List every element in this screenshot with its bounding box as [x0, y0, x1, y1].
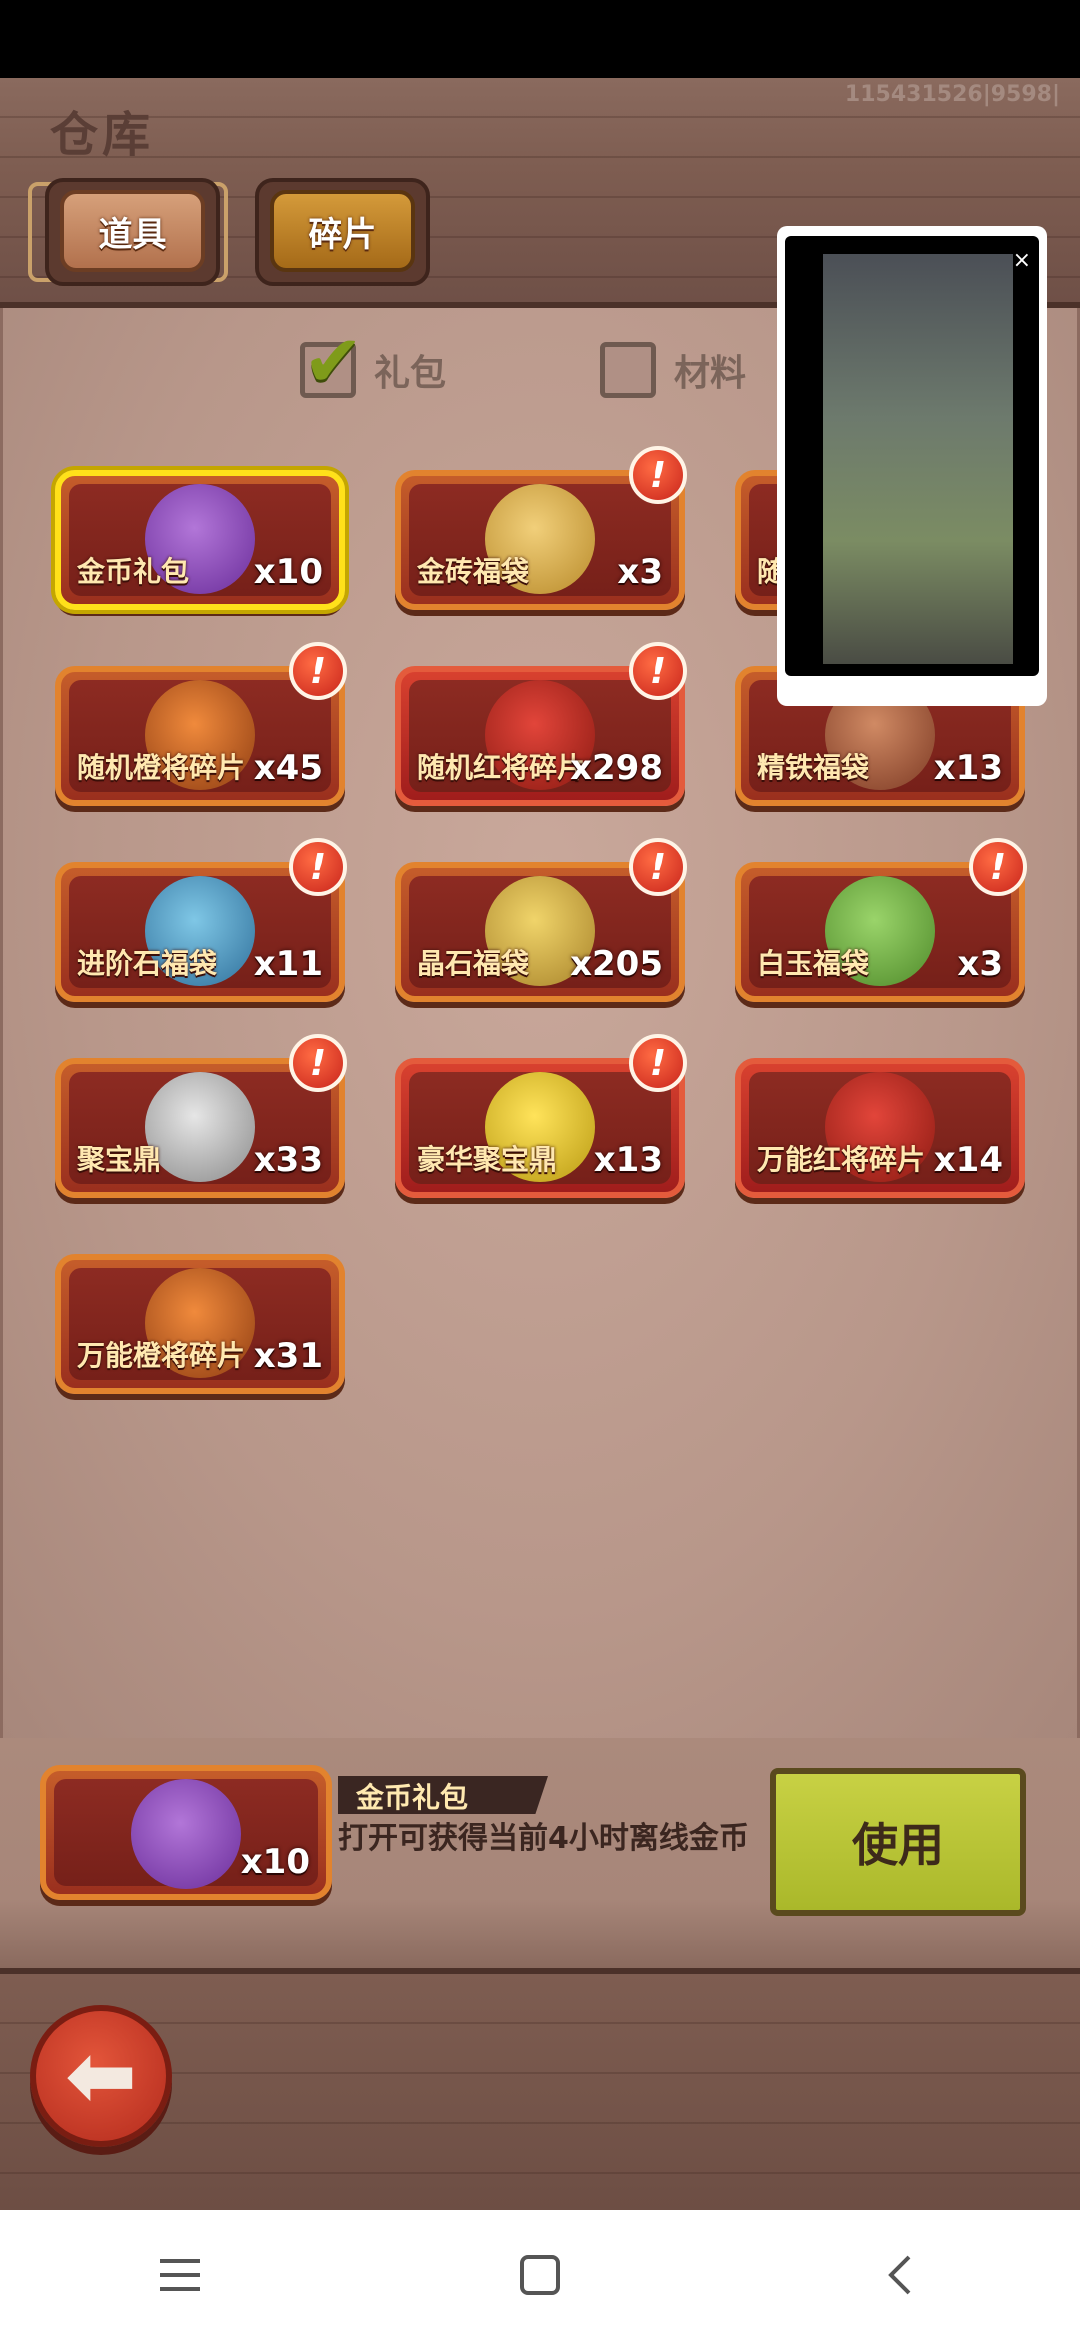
- item-card[interactable]: 金砖福袋 x3!: [395, 446, 687, 610]
- item-name: 豪华聚宝鼎: [417, 1143, 558, 1176]
- item-count: x3: [617, 552, 663, 592]
- back-nav-button[interactable]: [850, 2225, 950, 2325]
- tab-fragments[interactable]: 碎片: [270, 190, 415, 272]
- page-title: 仓库: [50, 107, 155, 163]
- item-inner: 随机红将碎片 x298: [409, 680, 671, 792]
- alert-badge-icon: !: [629, 838, 687, 896]
- item-count: x205: [570, 944, 663, 984]
- item-name: 随机红将碎片: [417, 751, 586, 784]
- item-inner: 金砖福袋 x3: [409, 484, 671, 596]
- detail-title: 金币礼包: [356, 1781, 469, 1814]
- alert-badge-icon: !: [289, 838, 347, 896]
- item-inner: x10: [54, 1779, 318, 1889]
- item-count: x11: [253, 944, 323, 984]
- checkmark-icon: ✔: [303, 319, 364, 403]
- item-card[interactable]: 晶石福袋 x205!: [395, 838, 687, 1002]
- item-inner: 金币礼包 x10: [69, 484, 331, 596]
- detail-description: 打开可获得当前4小时离线金币: [338, 1821, 749, 1856]
- item-count: x10: [253, 552, 323, 592]
- item-count: x31: [253, 1336, 323, 1376]
- filter-gift-pack[interactable]: ✔ 礼包: [300, 325, 447, 405]
- detail-item-count: x10: [240, 1842, 310, 1882]
- item-name: 晶石福袋: [417, 947, 530, 980]
- item-card[interactable]: 进阶石福袋 x11!: [55, 838, 347, 1002]
- pip-window[interactable]: ×: [777, 226, 1047, 706]
- alert-badge-icon: !: [629, 642, 687, 700]
- alert-badge-icon: !: [629, 446, 687, 504]
- filter-label: 材料: [674, 353, 747, 394]
- item-card[interactable]: 万能红将碎片 x14: [735, 1058, 1025, 1198]
- item-name: 万能红将碎片: [757, 1143, 926, 1176]
- item-name: 金砖福袋: [417, 555, 530, 588]
- close-icon[interactable]: ×: [1013, 248, 1031, 273]
- item-name: 随机橙将碎片: [77, 751, 246, 784]
- item-count: x13: [593, 1140, 663, 1180]
- item-inner: 万能橙将碎片 x31: [69, 1268, 331, 1380]
- item-card[interactable]: 随机橙将碎片 x45!: [55, 642, 347, 806]
- status-bar: [0, 0, 1080, 78]
- alert-badge-icon: !: [289, 642, 347, 700]
- item-inner: 万能红将碎片 x14: [749, 1072, 1011, 1184]
- filter-material[interactable]: 材料: [600, 335, 746, 405]
- material-checkbox[interactable]: [600, 342, 656, 398]
- item-inner: 白玉福袋 x3: [749, 876, 1011, 988]
- home-square-icon: [520, 2255, 560, 2295]
- back-chevron-icon: [888, 2255, 911, 2295]
- user-id-label: 115431526|9598|: [844, 82, 1060, 107]
- item-count: x14: [933, 1140, 1003, 1180]
- use-button[interactable]: 使用: [770, 1768, 1026, 1916]
- item-inner: 豪华聚宝鼎 x13: [409, 1072, 671, 1184]
- menu-icon: [160, 2259, 200, 2291]
- item-inner: 随机橙将碎片 x45: [69, 680, 331, 792]
- back-arrow-icon: ⬅: [64, 2026, 138, 2126]
- item-name: 进阶石福袋: [77, 947, 218, 980]
- back-button[interactable]: ⬅: [30, 2005, 172, 2147]
- item-count: x13: [933, 748, 1003, 788]
- detail-item-card: x10: [40, 1765, 332, 1900]
- item-count: x3: [957, 944, 1003, 984]
- item-card[interactable]: 聚宝鼎 x33!: [55, 1034, 347, 1198]
- item-count: x33: [253, 1140, 323, 1180]
- item-name: 金币礼包: [77, 555, 190, 588]
- item-card[interactable]: 豪华聚宝鼎 x13!: [395, 1034, 687, 1198]
- item-card[interactable]: 万能橙将碎片 x31: [55, 1254, 345, 1394]
- purple-coin-bag-icon: [131, 1779, 241, 1889]
- item-name: 聚宝鼎: [77, 1143, 162, 1176]
- item-card[interactable]: 随机红将碎片 x298!: [395, 642, 687, 806]
- item-inner: 晶石福袋 x205: [409, 876, 671, 988]
- alert-badge-icon: !: [289, 1034, 347, 1092]
- item-name: 精铁福袋: [757, 751, 870, 784]
- menu-nav-button[interactable]: [130, 2225, 230, 2325]
- gift-pack-checkbox[interactable]: ✔: [300, 325, 363, 398]
- item-inner: 聚宝鼎 x33: [69, 1072, 331, 1184]
- item-card[interactable]: 白玉福袋 x3!: [735, 838, 1027, 1002]
- pip-screen: ×: [785, 236, 1039, 676]
- item-name: 白玉福袋: [757, 947, 870, 980]
- item-card[interactable]: 金币礼包 x10: [55, 470, 345, 610]
- filter-label: 礼包: [374, 353, 447, 394]
- home-nav-button[interactable]: [490, 2225, 590, 2325]
- item-count: x45: [253, 748, 323, 788]
- alert-badge-icon: !: [969, 838, 1027, 896]
- item-inner: 进阶石福袋 x11: [69, 876, 331, 988]
- system-nav-bar: [0, 2210, 1080, 2340]
- tab-items[interactable]: 道具: [60, 190, 205, 272]
- item-count: x298: [570, 748, 663, 788]
- pip-game-preview: [823, 254, 1013, 664]
- item-name: 万能橙将碎片: [77, 1339, 246, 1372]
- silver-cauldron-icon: [145, 1072, 255, 1182]
- alert-badge-icon: !: [629, 1034, 687, 1092]
